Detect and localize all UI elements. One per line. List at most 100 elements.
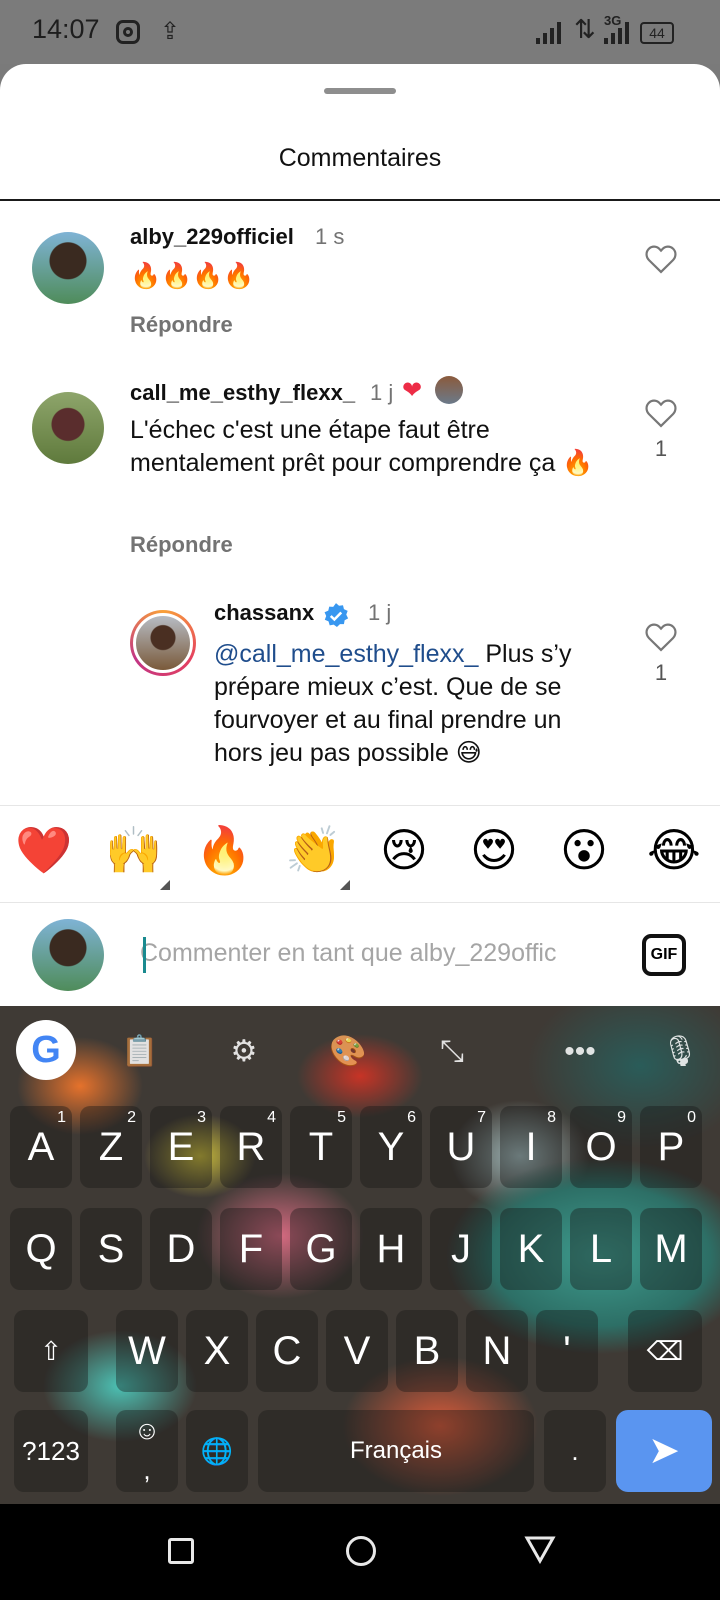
key-i[interactable]: I8 [500, 1106, 562, 1188]
key-t[interactable]: T5 [290, 1106, 352, 1188]
key-h[interactable]: H [360, 1208, 422, 1290]
key-label: E [167, 1125, 195, 1169]
emoji-heart[interactable]: ❤️ [14, 820, 74, 880]
key-f[interactable]: F [220, 1208, 282, 1290]
heart-icon[interactable] [644, 622, 678, 652]
comma-label: , [143, 1455, 151, 1485]
home-button[interactable] [346, 1536, 376, 1566]
comment-username[interactable]: alby_229officiel [130, 224, 294, 250]
text-cursor [143, 937, 146, 973]
key-g[interactable]: G [290, 1208, 352, 1290]
send-key[interactable]: ➤ [616, 1410, 712, 1492]
comment-username[interactable]: call_me_esthy_flexx_ [130, 380, 355, 406]
symbols-key[interactable]: ?123 [14, 1410, 88, 1492]
key-label: I [525, 1125, 537, 1169]
emoji-clapping[interactable]: 👏 [284, 820, 344, 880]
navigation-bar [0, 1504, 720, 1600]
resize-keyboard-icon[interactable]: ⤡ [430, 1030, 474, 1074]
mention-link[interactable]: @call_me_esthy_flexx_ [214, 640, 478, 668]
key-label: P [657, 1125, 685, 1169]
clipboard-icon[interactable]: 📋 [118, 1030, 162, 1074]
key-p[interactable]: P0 [640, 1106, 702, 1188]
smiley-icon: ☺ [133, 1415, 161, 1445]
key-label: A [27, 1125, 55, 1169]
reply-button[interactable]: Répondre [130, 532, 233, 558]
key-hint-number: 6 [407, 1109, 416, 1126]
comment-text: @call_me_esthy_flexx_ Plus s’y prépare m… [214, 638, 614, 770]
key-y[interactable]: Y6 [360, 1106, 422, 1188]
comment-item: alby_229officiel 1 s 🔥🔥🔥🔥 Répondre [0, 204, 720, 364]
instagram-notification-icon [116, 20, 140, 44]
key-n[interactable]: N [466, 1310, 528, 1392]
language-globe-key[interactable]: 🌐 [186, 1410, 248, 1492]
key-hint-number: 7 [477, 1109, 486, 1126]
recents-button[interactable] [168, 1538, 194, 1564]
key-k[interactable]: K [500, 1208, 562, 1290]
avatar[interactable] [32, 392, 104, 464]
emoji-surprised[interactable]: 😮 [554, 820, 614, 880]
key-j[interactable]: J [430, 1208, 492, 1290]
key-s[interactable]: S [80, 1208, 142, 1290]
emoji-crying[interactable]: 😢 [374, 820, 434, 880]
emoji-fire[interactable]: 🔥 [194, 820, 254, 880]
comment-text: L'échec c'est une étape faut être mental… [130, 416, 594, 477]
send-arrow-icon: ➤ [648, 1430, 680, 1472]
key-c[interactable]: C [256, 1310, 318, 1392]
key-a[interactable]: A1 [10, 1106, 72, 1188]
key-hint-number: 1 [57, 1109, 66, 1126]
key-w[interactable]: W [116, 1310, 178, 1392]
reply-button[interactable]: Répondre [130, 312, 233, 338]
emoji-comma-key[interactable]: ☺, [116, 1410, 178, 1492]
key-d[interactable]: D [150, 1208, 212, 1290]
drag-handle[interactable] [324, 88, 396, 94]
key-r[interactable]: R4 [220, 1106, 282, 1188]
key-label: T [308, 1125, 334, 1169]
key-label: Y [377, 1125, 405, 1169]
settings-gear-icon[interactable]: ⚙ [222, 1030, 266, 1074]
key-e[interactable]: E3 [150, 1106, 212, 1188]
more-options-icon[interactable]: ••• [558, 1030, 602, 1074]
shift-key[interactable]: ⇧ [14, 1310, 88, 1392]
key-label: Z [98, 1125, 124, 1169]
space-key[interactable]: Français [258, 1410, 534, 1492]
period-key[interactable]: . [544, 1410, 606, 1492]
gif-button[interactable]: GIF [642, 934, 686, 976]
status-time: 14:07 [32, 14, 100, 44]
avatar[interactable] [130, 610, 196, 676]
key-l[interactable]: L [570, 1208, 632, 1290]
heart-icon[interactable] [644, 398, 678, 428]
key-hint-number: 2 [127, 1109, 136, 1126]
emoji-heart-eyes[interactable]: 😍 [464, 820, 524, 880]
skin-tone-indicator [340, 880, 350, 890]
key-x[interactable]: X [186, 1310, 248, 1392]
comment-item: call_me_esthy_flexx_ 1 j ❤ L'échec c'est… [0, 364, 720, 614]
theme-palette-icon[interactable]: 🎨 [326, 1030, 370, 1074]
avatar[interactable] [32, 232, 104, 304]
key-apostrophe[interactable]: ' [536, 1310, 598, 1392]
author-avatar-small [435, 376, 463, 404]
backspace-key[interactable]: ⌫ [628, 1310, 702, 1392]
key-b[interactable]: B [396, 1310, 458, 1392]
google-icon[interactable]: G [16, 1020, 76, 1080]
comment-username[interactable]: chassanx [214, 600, 314, 626]
key-v[interactable]: V [326, 1310, 388, 1392]
emoji-laughing[interactable]: 😂 [644, 820, 704, 880]
heart-icon[interactable] [644, 244, 678, 274]
comment-input[interactable] [140, 933, 610, 973]
key-u[interactable]: U7 [430, 1106, 492, 1188]
microphone-icon[interactable]: 🎙 [658, 1030, 702, 1074]
battery-icon: 44 [640, 22, 674, 44]
back-button[interactable] [524, 1534, 556, 1564]
emoji-raising-hands[interactable]: 🙌 [104, 820, 164, 880]
author-liked-heart-icon: ❤ [402, 377, 423, 404]
key-o[interactable]: O9 [570, 1106, 632, 1188]
key-q[interactable]: Q [10, 1208, 72, 1290]
signal-icon-2 [602, 22, 634, 44]
key-hint-number: 8 [547, 1109, 556, 1126]
verified-badge-icon [324, 603, 349, 627]
key-hint-number: 9 [617, 1109, 626, 1126]
key-z[interactable]: Z2 [80, 1106, 142, 1188]
emoji-reaction-bar: ❤️ 🙌 🔥 👏 😢 😍 😮 😂 [0, 805, 720, 903]
skin-tone-indicator [160, 880, 170, 890]
key-m[interactable]: M [640, 1208, 702, 1290]
